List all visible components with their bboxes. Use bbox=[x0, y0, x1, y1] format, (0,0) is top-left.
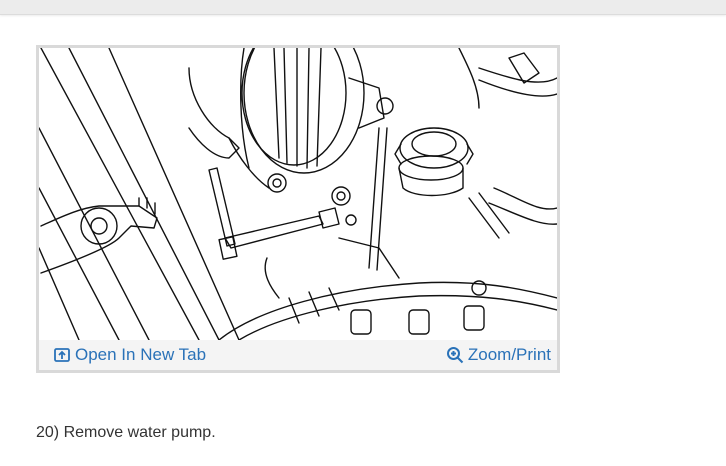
top-bar bbox=[0, 0, 726, 15]
zoom-in-icon bbox=[446, 346, 464, 364]
engine-line-drawing[interactable] bbox=[39, 48, 557, 340]
zoom-print-label: Zoom/Print bbox=[467, 345, 551, 364]
step-instruction: 20) Remove water pump. bbox=[36, 424, 216, 441]
figure-actions-bar: Open In New Tab Zoom/Print bbox=[39, 340, 557, 370]
open-in-new-tab-icon bbox=[53, 346, 71, 364]
open-in-new-tab-link[interactable]: Open In New Tab bbox=[53, 345, 206, 365]
open-in-new-tab-label: Open In New Tab bbox=[75, 345, 207, 364]
figure-card: Open In New Tab Zoom/Print bbox=[36, 45, 560, 373]
zoom-print-link[interactable]: Zoom/Print bbox=[446, 345, 551, 365]
